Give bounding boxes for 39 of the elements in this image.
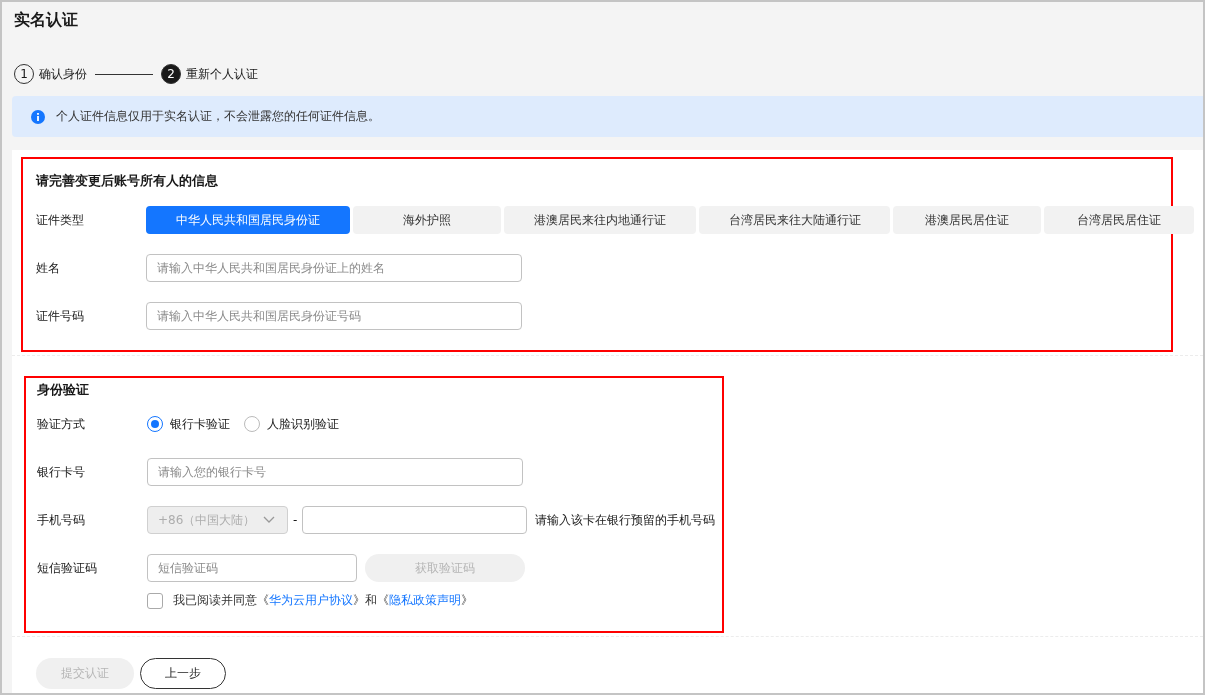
input-field[interactable]: 请输入中华人民共和国居民身份证上的姓名 xyxy=(146,254,522,282)
step-connector xyxy=(95,73,153,75)
id-type-tab[interactable]: 海外护照 xyxy=(353,206,501,234)
input-field[interactable]: 短信验证码 xyxy=(147,554,357,582)
radio-button[interactable] xyxy=(147,416,163,432)
back-button[interactable]: 上一步 xyxy=(140,658,226,689)
agreement-link[interactable]: 华为云用户协议 xyxy=(269,593,353,607)
info-text: 个人证件信息仅用于实名认证，不会泄露您的任何证件信息。 xyxy=(56,108,380,125)
page-title: 实名认证 xyxy=(13,9,79,31)
agreement-text: 我已阅读并同意《华为云用户协议》和《隐私政策声明》 xyxy=(173,592,473,609)
field-label: 手机号码 xyxy=(37,511,86,529)
field-label: 姓名 xyxy=(36,259,61,277)
radio-label[interactable]: 银行卡验证 xyxy=(170,415,230,433)
field-label: 验证方式 xyxy=(37,415,86,433)
chevron-down-icon xyxy=(263,516,275,524)
step-label: 确认身份 xyxy=(39,65,87,83)
id-type-tab[interactable]: 港澳居民居住证 xyxy=(893,206,1041,234)
input-field[interactable] xyxy=(302,506,528,534)
step-number: 2 xyxy=(161,64,181,84)
radio-button[interactable] xyxy=(244,416,260,432)
field-label: 银行卡号 xyxy=(37,463,86,481)
id-type-tab[interactable]: 中华人民共和国居民身份证 xyxy=(146,206,350,234)
step-label: 重新个人认证 xyxy=(186,65,258,83)
id-type-tab[interactable]: 港澳居民来往内地通行证 xyxy=(504,206,696,234)
section-title: 请完善变更后账号所有人的信息 xyxy=(36,173,219,190)
field-label: 证件号码 xyxy=(36,307,85,325)
hint-text: 请输入该卡在银行预留的手机号码 xyxy=(535,511,716,529)
id-type-tab[interactable]: 台湾居民居住证 xyxy=(1044,206,1194,234)
id-type-tab[interactable]: 台湾居民来往大陆通行证 xyxy=(699,206,890,234)
section-title: 身份验证 xyxy=(37,382,90,399)
checkbox[interactable] xyxy=(147,592,163,609)
info-icon xyxy=(31,109,45,124)
separator: - xyxy=(293,513,298,527)
field-label: 短信验证码 xyxy=(37,559,98,577)
field-label: 证件类型 xyxy=(36,211,85,229)
input-field[interactable]: 请输入您的银行卡号 xyxy=(147,458,523,486)
input-field[interactable]: 请输入中华人民共和国居民身份证号码 xyxy=(146,302,522,330)
agreement-link[interactable]: 隐私政策声明 xyxy=(389,593,461,607)
radio-label[interactable]: 人脸识别验证 xyxy=(267,415,339,433)
